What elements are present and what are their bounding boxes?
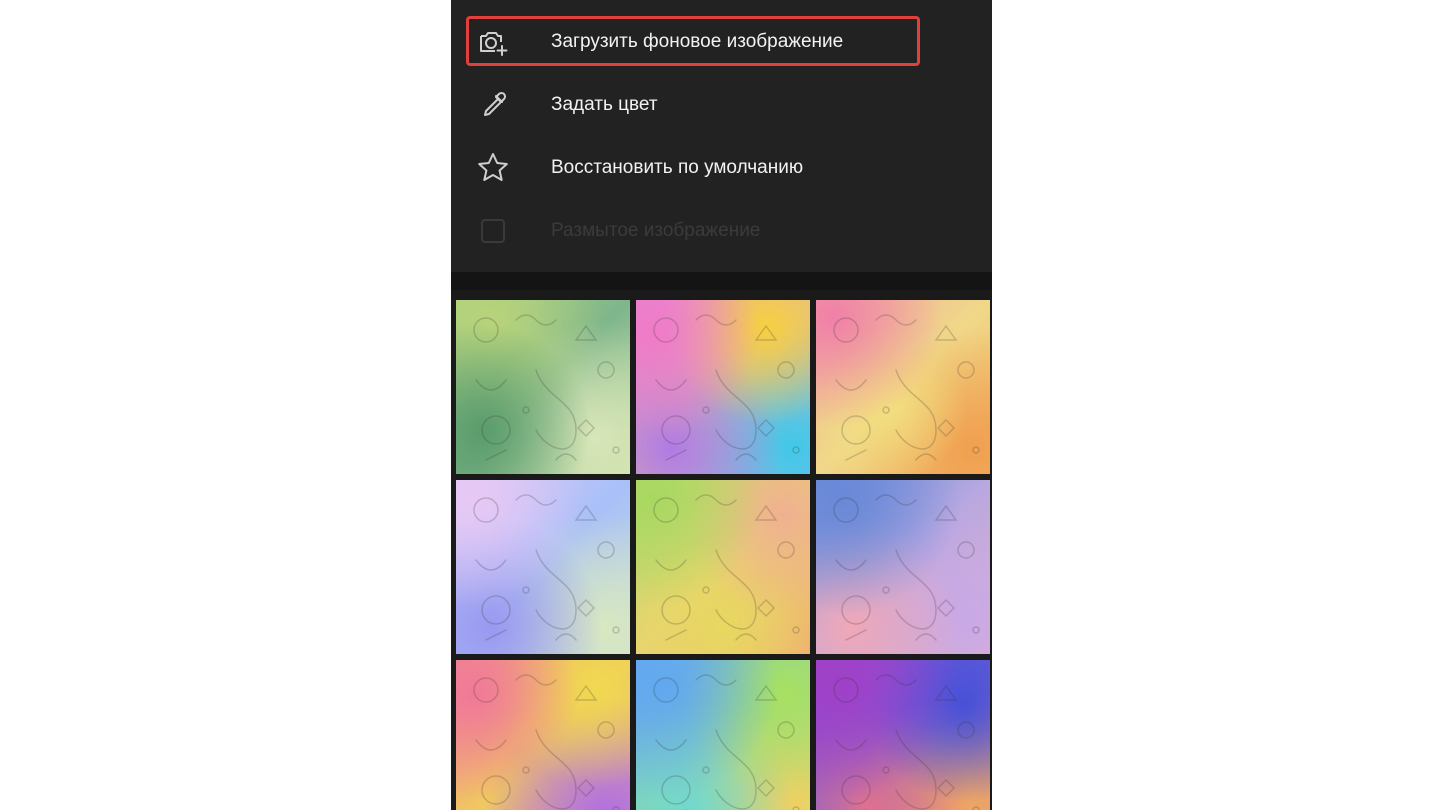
menu-item-label: Восстановить по умолчанию	[551, 157, 804, 178]
checkbox-icon[interactable]	[475, 213, 511, 249]
wallpaper-tile-6[interactable]	[816, 480, 990, 654]
menu-item-set-color[interactable]: Задать цвет	[451, 78, 992, 132]
wallpaper-tile-1[interactable]	[456, 300, 630, 474]
wallpaper-tile-3[interactable]	[816, 300, 990, 474]
menu-item-upload-background[interactable]: Загрузить фоновое изображение	[451, 15, 992, 69]
menu-item-label: Размытое изображение	[551, 220, 761, 241]
camera-add-icon	[475, 24, 511, 60]
phone-screen: Загрузить фоновое изображение Задать цве…	[451, 0, 992, 810]
wallpaper-tile-2[interactable]	[636, 300, 810, 474]
section-divider	[451, 272, 992, 290]
menu-item-blurred-image[interactable]: Размытое изображение	[451, 204, 992, 258]
menu-item-label: Задать цвет	[551, 94, 658, 115]
wallpaper-tile-4[interactable]	[456, 480, 630, 654]
background-options-menu: Загрузить фоновое изображение Задать цве…	[451, 0, 992, 272]
wallpaper-grid	[456, 300, 992, 810]
menu-item-label: Загрузить фоновое изображение	[551, 31, 844, 52]
wallpaper-tile-7[interactable]	[456, 660, 630, 810]
menu-item-restore-default[interactable]: Восстановить по умолчанию	[451, 141, 992, 195]
eyedropper-icon	[475, 87, 511, 123]
star-icon	[475, 150, 511, 186]
wallpaper-tile-5[interactable]	[636, 480, 810, 654]
wallpaper-tile-9[interactable]	[816, 660, 990, 810]
wallpaper-tile-8[interactable]	[636, 660, 810, 810]
